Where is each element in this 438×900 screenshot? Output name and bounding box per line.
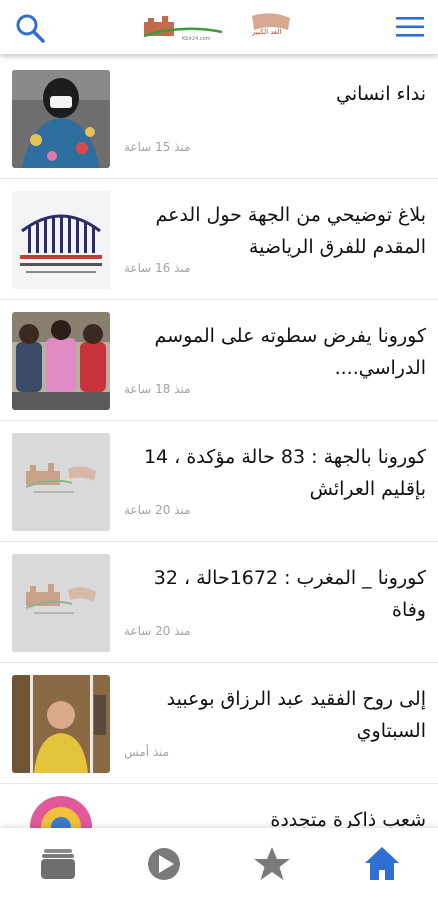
top-bar: الغد الكبير Kbir24.com [0, 0, 438, 54]
article-item[interactable]: إلى روح الفقيد عبد الرزاق بوعبيد السبتاو… [0, 663, 438, 784]
article-title: كورونا بالجهة : 83 حالة مؤكدة ، 14 بإقلي… [143, 446, 426, 500]
article-time: منذ 20 ساعة [124, 503, 191, 517]
play-icon[interactable] [144, 844, 184, 884]
search-icon[interactable] [14, 12, 46, 44]
article-thumbnail [12, 675, 110, 773]
article-time: منذ أمس [124, 745, 170, 759]
article-thumbnail [12, 191, 110, 289]
bottom-navigation [0, 828, 438, 900]
home-icon[interactable] [362, 844, 402, 884]
article-item[interactable]: كورونا _ المغرب : 1672حالة ، 32 وفاة منذ… [0, 542, 438, 663]
article-time: منذ 20 ساعة [124, 624, 191, 638]
article-title: إلى روح الفقيد عبد الرزاق بوعبيد السبتاو… [166, 688, 426, 742]
article-title: كورونا يفرض سطوته على الموسم الدراسي.... [154, 325, 427, 379]
article-time: منذ 18 ساعة [124, 382, 191, 396]
stack-icon[interactable] [38, 844, 78, 884]
article-thumbnail [30, 796, 92, 828]
hamburger-menu-icon[interactable] [394, 14, 426, 40]
logo-text: الغد الكبير [252, 28, 282, 36]
article-title: بلاغ توضيحي من الجهة حول الدعم المقدم لل… [155, 204, 426, 258]
article-item[interactable]: شعب ذاكرة متجددة [0, 784, 438, 828]
article-thumbnail [12, 433, 110, 531]
article-item[interactable]: كورونا يفرض سطوته على الموسم الدراسي....… [0, 300, 438, 421]
article-item[interactable]: نداء انساني منذ 15 ساعة [0, 58, 438, 179]
article-time: منذ 15 ساعة [124, 140, 191, 154]
article-thumbnail [12, 70, 110, 168]
article-item[interactable]: بلاغ توضيحي من الجهة حول الدعم المقدم لل… [0, 179, 438, 300]
article-title: كورونا _ المغرب : 1672حالة ، 32 وفاة [153, 567, 426, 621]
article-thumbnail [12, 554, 110, 652]
article-time: منذ 16 ساعة [124, 261, 191, 275]
article-item[interactable]: كورونا بالجهة : 83 حالة مؤكدة ، 14 بإقلي… [0, 421, 438, 542]
article-list: نداء انساني منذ 15 ساعة بلاغ توضيحي من ا [0, 58, 438, 828]
article-title: شعب ذاكرة متجددة [270, 809, 426, 828]
article-thumbnail [12, 312, 110, 410]
star-icon[interactable] [252, 844, 292, 884]
site-logo[interactable]: الغد الكبير Kbir24.com [142, 10, 296, 46]
article-title: نداء انساني [336, 83, 426, 105]
logo-url: Kbir24.com [182, 36, 211, 42]
